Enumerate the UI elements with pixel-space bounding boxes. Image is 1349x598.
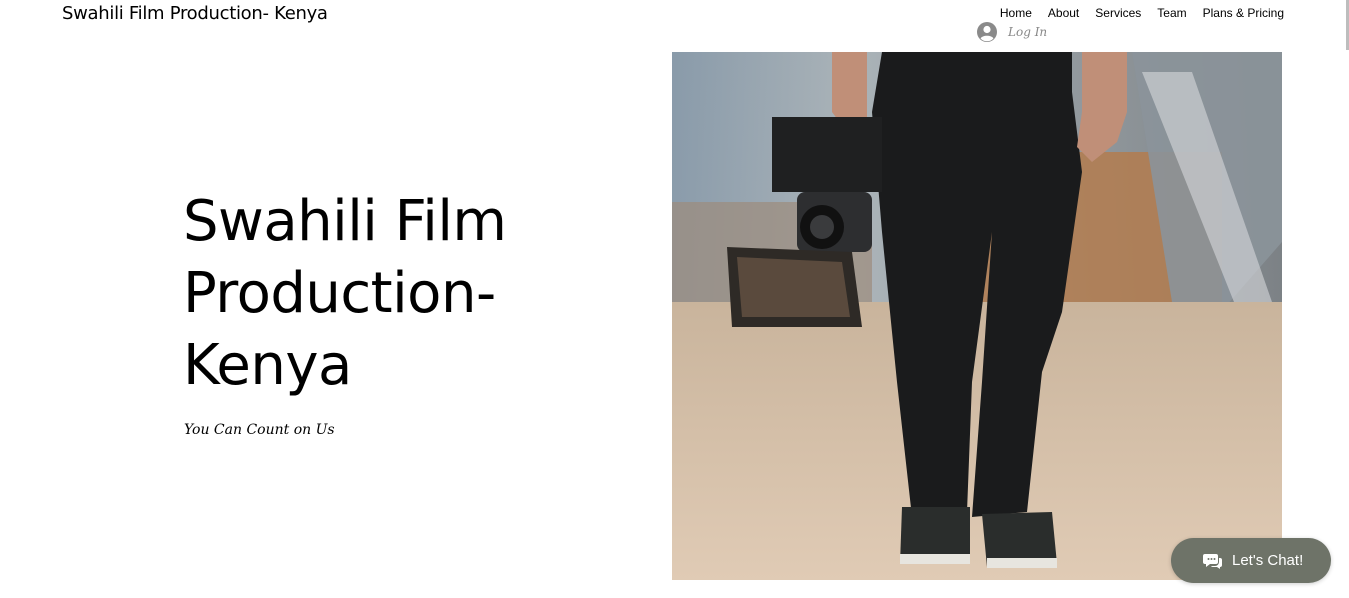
chat-button[interactable]: Let's Chat! (1171, 538, 1331, 583)
hero-title: Swahili Film Production- Kenya (183, 189, 507, 398)
login-label: Log In (1008, 25, 1048, 39)
nav-home[interactable]: Home (992, 6, 1040, 20)
chat-label: Let's Chat! (1232, 552, 1304, 569)
main-nav: Home About Services Team Plans & Pricing (992, 6, 1284, 20)
site-title[interactable]: Swahili Film Production- Kenya (62, 3, 328, 24)
nav-plans-pricing[interactable]: Plans & Pricing (1195, 6, 1284, 20)
login-button[interactable]: Log In (976, 21, 1047, 43)
chat-bubbles-icon (1203, 553, 1222, 569)
nav-team[interactable]: Team (1149, 6, 1194, 20)
hero-image (672, 52, 1282, 580)
nav-services[interactable]: Services (1087, 6, 1149, 20)
user-avatar-icon (977, 22, 997, 42)
hero-subtitle: You Can Count on Us (184, 422, 335, 438)
nav-about[interactable]: About (1040, 6, 1087, 20)
